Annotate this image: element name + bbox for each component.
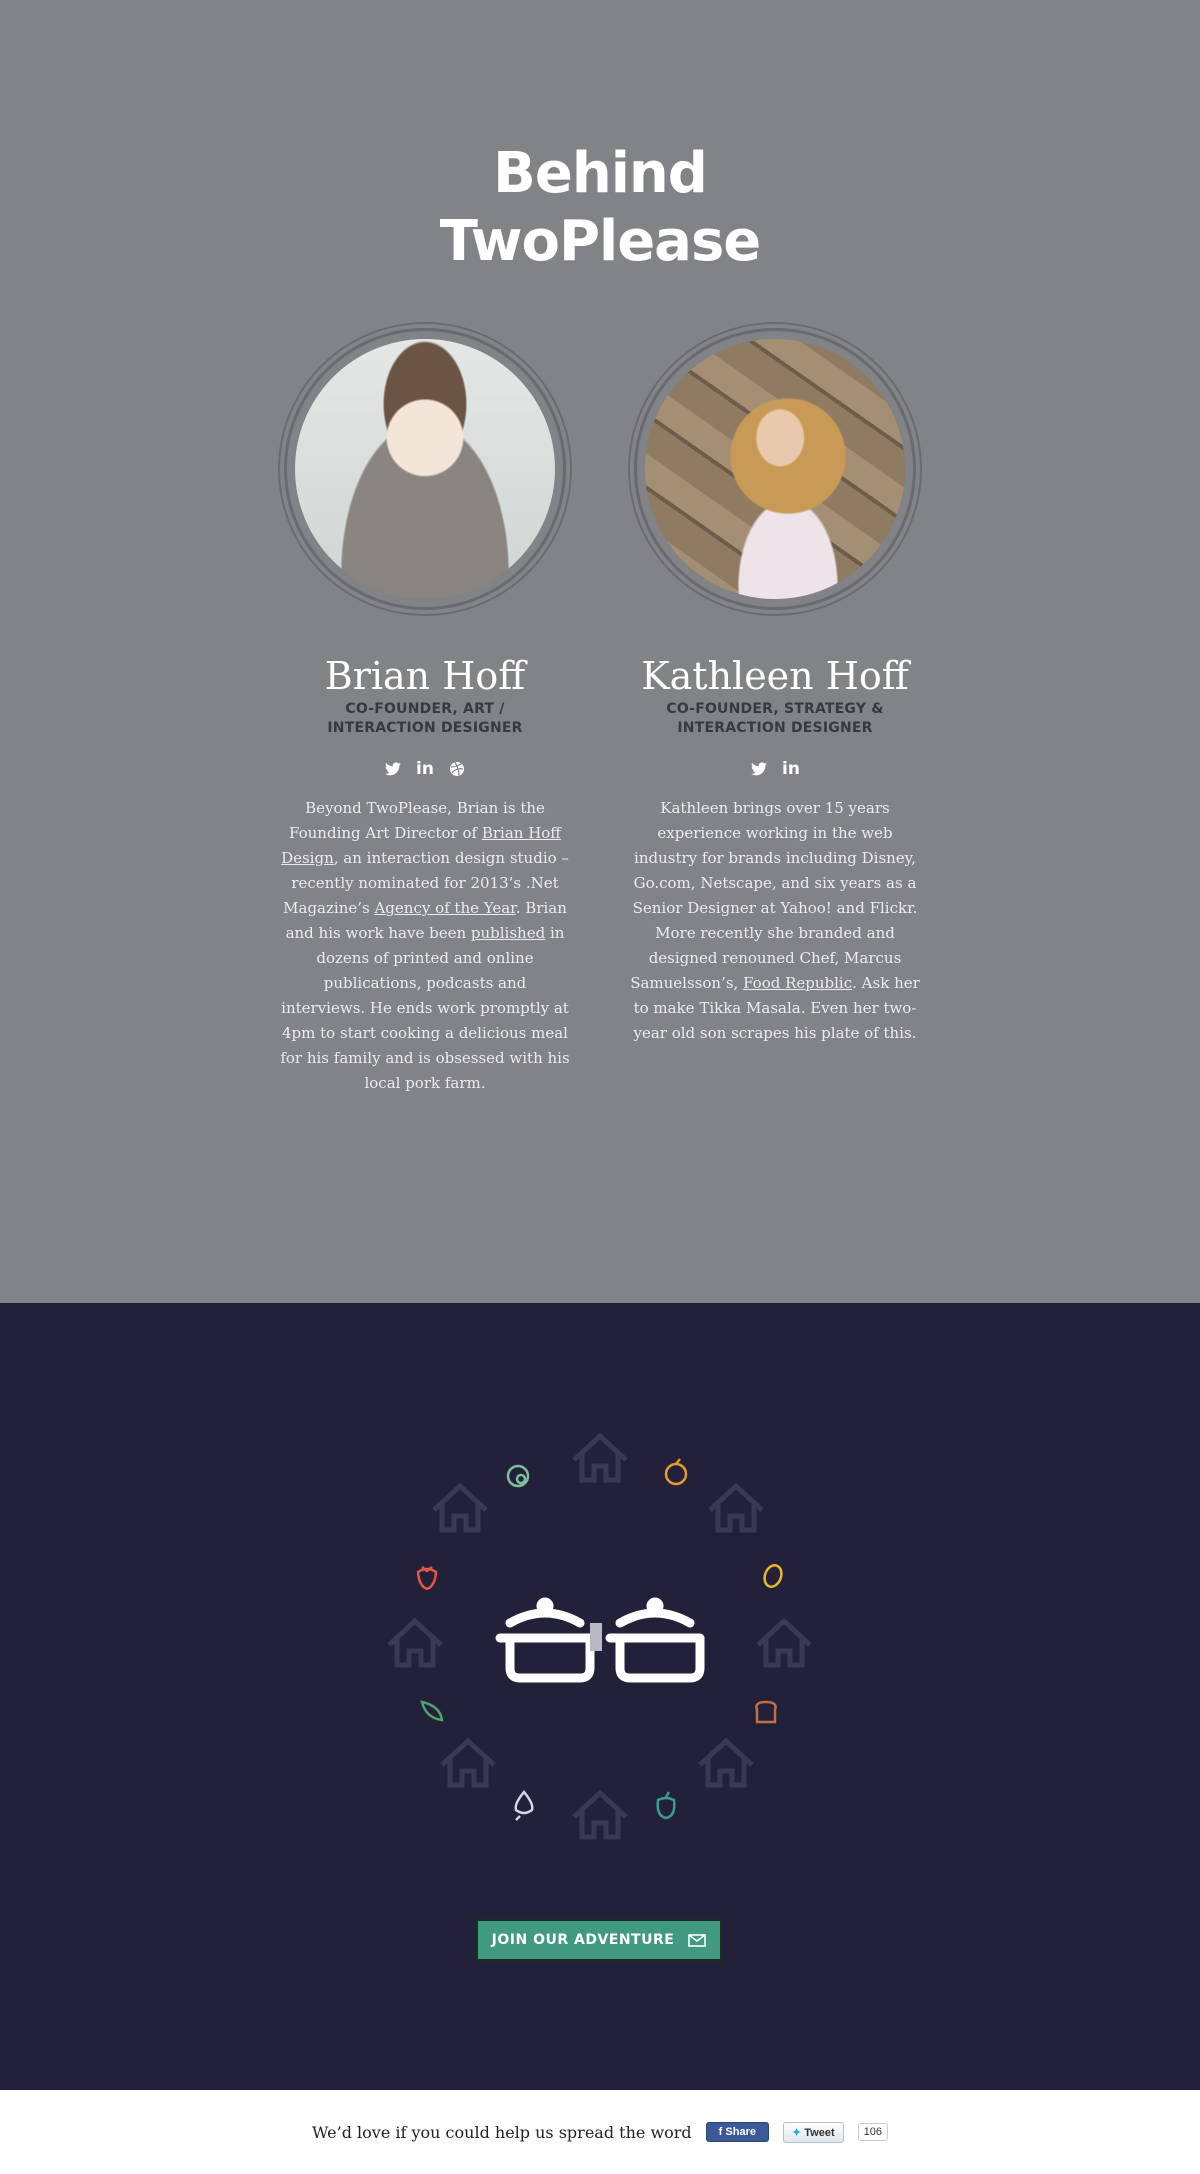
role-line-2: Interaction Designer [327,720,523,736]
profile-kathleen: Kathleen Hoff Co-Founder, Strategy & Int… [630,328,920,1046]
title-line-2: TwoPlease [439,209,762,274]
cta-label: Join our adventure [491,1932,675,1948]
join-adventure-button[interactable]: Join our adventure [476,1919,722,1961]
orange-icon [664,1458,688,1486]
adventure-section: Join our adventure [0,1303,1200,2090]
role-line-2: Interaction Designer [677,720,873,736]
twitter-icon: ✦ [791,2126,805,2139]
bread-icon [755,1700,777,1724]
pepper-icon [656,1791,676,1820]
page-title: Behind TwoPlease [0,140,1200,276]
dribbble-icon[interactable] [448,760,466,778]
kiwi-icon [506,1464,530,1488]
person-bio: Beyond TwoPlease, Brian is the Founding … [280,799,570,1092]
twitter-icon[interactable] [750,760,768,778]
person-role: Co-Founder, Strategy & Interaction Desig… [630,700,920,738]
pea-pod-icon [420,1700,444,1722]
house-icon [700,1741,752,1785]
food-orbit-illustration [0,1303,1200,2090]
person-bio: Kathleen brings over 15 years experience… [630,799,920,1042]
tweet-count: 106 [857,2123,888,2141]
twitter-icon[interactable] [384,760,402,778]
twoplease-pots-logo [495,1597,705,1683]
avatar [634,328,916,610]
food-republic-link[interactable]: Food Republic [743,974,852,992]
about-section: Behind TwoPlease Brian Hoff Co-Founder, … [0,0,1200,1303]
envelope-icon [688,1933,707,1947]
person-name: Kathleen Hoff [641,654,909,698]
role-line-1: Co-Founder, Strategy & [666,701,884,717]
house-icon [442,1741,494,1785]
facebook-share-button[interactable]: f Share [705,2122,769,2142]
share-prompt: We’d love if you could help us spread th… [312,2122,692,2142]
avatar [284,328,566,610]
strawberry-icon [416,1566,438,1591]
house-icon [434,1486,486,1530]
linkedin-icon[interactable]: in [416,760,434,778]
garlic-icon [514,1790,534,1821]
social-links: in [630,760,920,778]
profile-brian: Brian Hoff Co-Founder, Art / Interaction… [280,328,570,1096]
agency-of-the-year-link[interactable]: Agency of the Year [374,899,515,917]
tweet-button[interactable]: ✦ Tweet [782,2121,844,2143]
person-role: Co-Founder, Art / Interaction Designer [280,700,570,738]
house-icon [574,1793,626,1837]
kathleen-portrait-photo [645,339,905,599]
person-name: Brian Hoff [324,654,526,698]
share-footer: We’d love if you could help us spread th… [0,2090,1200,2174]
linkedin-icon[interactable]: in [782,760,800,778]
social-links: in [280,760,570,778]
house-icon [758,1621,810,1665]
title-line-1: Behind [493,141,708,206]
role-line-1: Co-Founder, Art / [345,701,505,717]
brian-portrait-photo [295,339,555,599]
house-icon [389,1621,441,1665]
house-icon [574,1436,626,1480]
lemon-icon [763,1564,783,1588]
house-icon [710,1486,762,1530]
published-link[interactable]: published [471,924,545,942]
